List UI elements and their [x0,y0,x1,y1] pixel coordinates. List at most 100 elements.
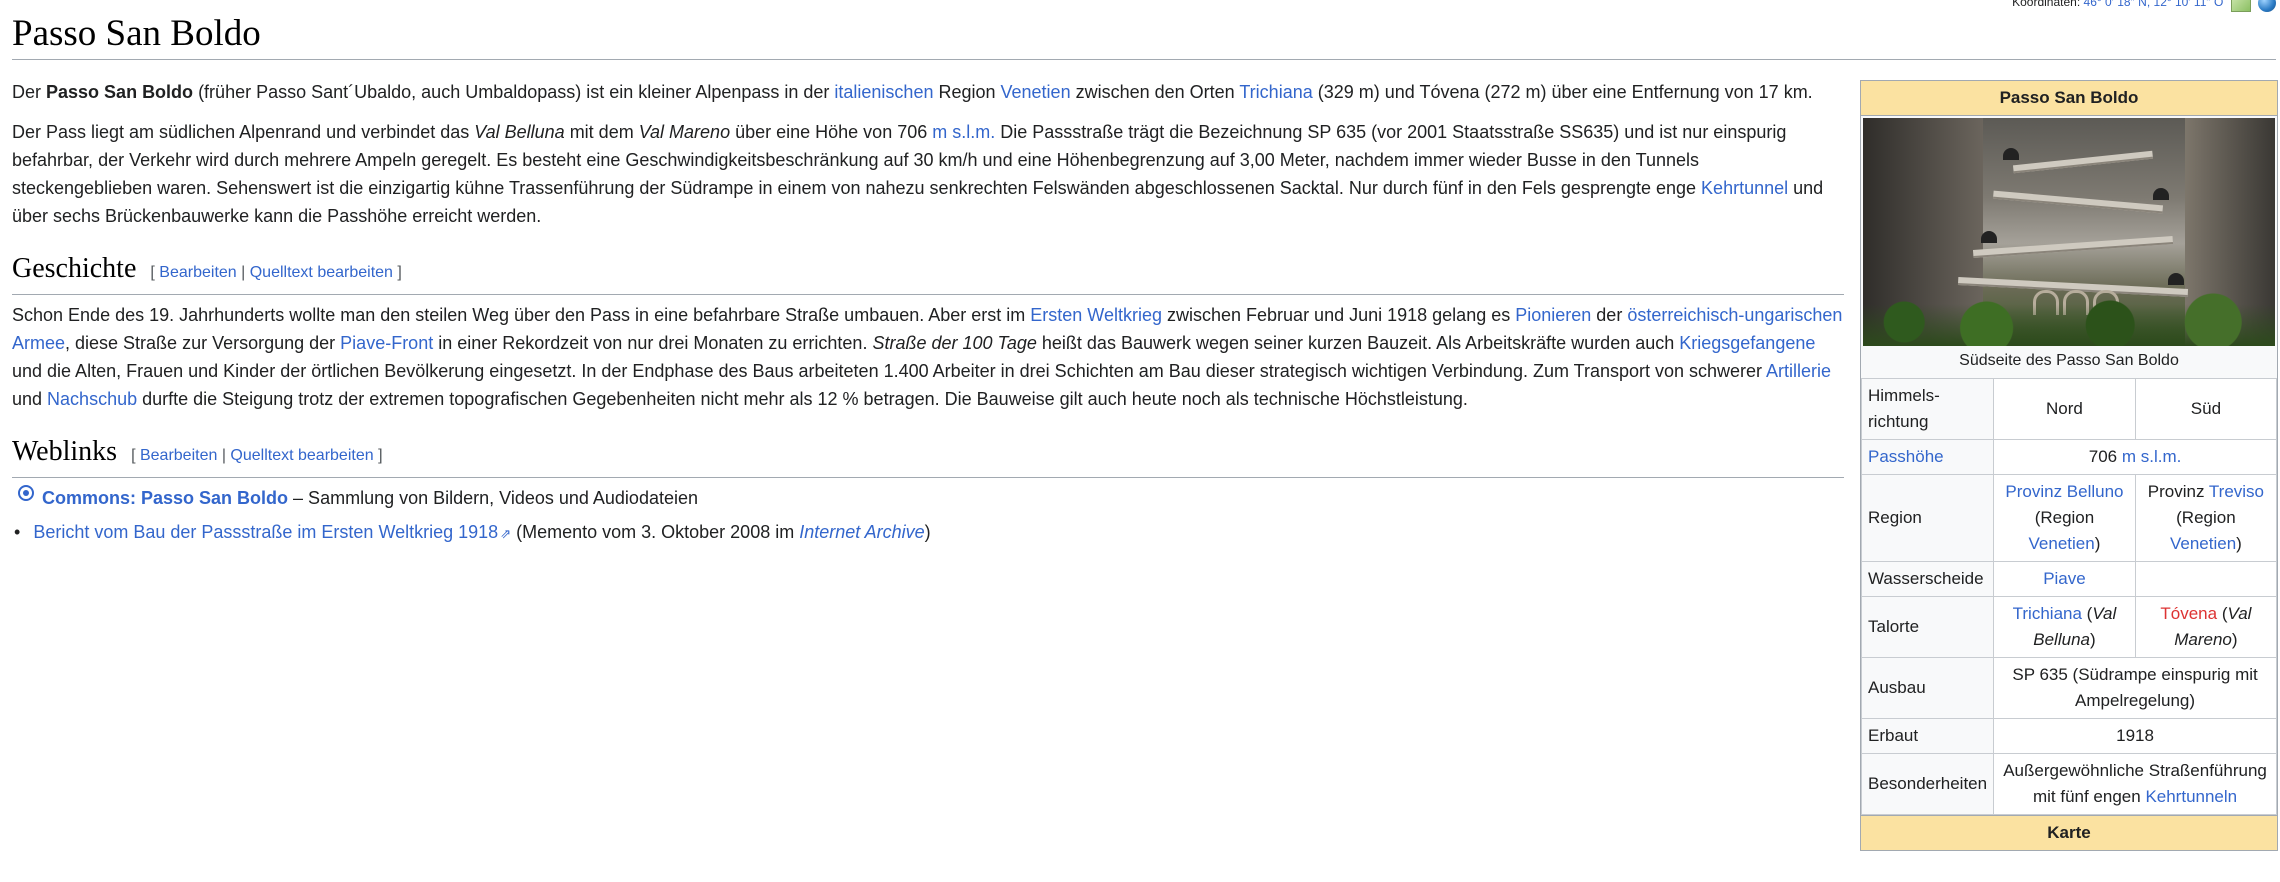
title-divider [12,59,2276,60]
edit-link[interactable]: Bearbeiten [159,264,236,281]
link-piave-front[interactable]: Piave-Front [340,333,433,353]
text: , diese Straße zur Versorgung der [65,333,341,353]
italic-text: Val Mareno [638,122,731,142]
text: ) [2089,630,2096,649]
section-heading-weblinks: Weblinks [ Bearbeiten | Quelltext bearbei… [12,435,1844,478]
link-venetien[interactable]: Venetien [2029,534,2095,553]
text: ) [2094,534,2101,553]
article-body: Der Passo San Boldo (früher Passo Sant´U… [12,78,1844,554]
edit-source-link[interactable]: Quelltext bearbeiten [250,264,393,281]
text: ( [2081,604,2093,623]
bracket: ] [397,264,402,281]
cell: Provinz Belluno (Region Venetien) [1993,474,2136,562]
link-kehrtunneln[interactable]: Kehrtunneln [2145,787,2237,806]
page-title: Passo San Boldo [12,13,261,54]
image-trees [1863,286,2275,346]
link-msl[interactable]: m s.l.m. [2122,447,2182,466]
text: über eine Höhe von 706 [730,122,933,142]
link-artillerie[interactable]: Artillerie [1766,361,1831,381]
weblinks-list: Commons: Passo San Boldo – Sammlung von … [12,484,1844,548]
link-provinz-belluno[interactable]: Provinz Belluno [2005,482,2123,501]
infobox-table: Himmels-richtung Nord Süd Passhöhe 706 m… [1860,378,2278,815]
row-label: Wasserscheide [1860,561,1995,597]
text: Der [12,82,47,102]
text: zwischen Februar und Juni 1918 gelang es [1162,305,1516,325]
bracket: [ [131,447,136,464]
list-item: Commons: Passo San Boldo – Sammlung von … [12,484,1844,512]
infobox-caption: Südseite des Passo San Boldo [1959,352,2179,369]
coordinates-link[interactable]: 46° 0′ 18″ N, 12° 10′ 11″ O [2084,0,2224,9]
link-piave[interactable]: Piave [2043,569,2086,588]
text: mit dem [564,122,639,142]
commons-link[interactable]: Commons: Passo San Boldo [42,488,288,508]
external-link-bericht[interactable]: Bericht vom Bau der Passstraße im Ersten… [33,522,498,542]
italic-text: Straße der 100 Tage [872,333,1037,353]
cell [2134,561,2278,597]
globe-icon[interactable] [2258,0,2276,12]
link-tovena-missing[interactable]: Tóvena [2160,604,2217,623]
cell: 706 m s.l.m. [1993,439,2277,475]
row-label: Talorte [1860,596,1995,658]
map-icon[interactable] [2230,0,2251,12]
row-label: Erbaut [1860,718,1995,754]
text: (Region [2034,508,2095,527]
link-trichiana[interactable]: Trichiana [2013,604,2082,623]
row-label: Region [1860,474,1995,562]
image-tunnel [2168,273,2184,285]
text: 706 [2088,447,2122,466]
table-row: Passhöhe 706 m s.l.m. [1860,439,2277,475]
text: heißt das Bauwerk wegen seiner kurzen Ba… [1036,333,1680,353]
text: ) [924,522,931,542]
coordinates: Koordinaten: 46° 0′ 18″ N, 12° 10′ 11″ O [2012,0,2276,12]
cell: Provinz Treviso (Region Venetien) [2134,474,2278,562]
text: zwischen den Orten [1070,82,1240,102]
link-nachschub[interactable]: Nachschub [47,389,137,409]
link-trichiana[interactable]: Trichiana [1239,82,1312,102]
link-kehrtunnel[interactable]: Kehrtunnel [1701,178,1788,198]
separator: | [217,447,231,464]
link-msl[interactable]: m s.l.m. [932,122,995,142]
intro-paragraph-2: Der Pass liegt am südlichen Alpenrand un… [12,118,1844,230]
cell: SP 635 (Südrampe einspurig mit Ampelrege… [1993,657,2277,719]
infobox-image[interactable] [1863,118,2275,346]
edit-link[interactable]: Bearbeiten [140,447,217,464]
edit-source-link[interactable]: Quelltext bearbeiten [230,447,373,464]
bracket: ] [378,447,383,464]
infobox-title: Passo San Boldo [1861,81,2277,116]
table-row: Ausbau SP 635 (Südrampe einspurig mit Am… [1860,657,2277,719]
image-tunnel [1981,231,1997,243]
image-road [1972,236,2174,258]
link-italienischen[interactable]: italienischen [834,82,933,102]
row-label: Besonderheiten [1860,753,1995,815]
cell: Tóvena (Val Mareno) [2134,596,2278,658]
row-label: Himmels-richtung [1860,378,1995,440]
link-pionieren[interactable]: Pionieren [1515,305,1591,325]
link-venetien[interactable]: Venetien [1001,82,1071,102]
cell: Trichiana (Val Belluna) [1993,596,2136,658]
image-road [2012,150,2154,174]
edit-section-links: [ Bearbeiten | Quelltext bearbeiten ] [131,447,382,464]
link-treviso[interactable]: Treviso [2209,482,2264,501]
link-passhoehe[interactable]: Passhöhe [1868,447,1944,466]
link-internet-archive[interactable]: Internet Archive [799,522,924,542]
cell: Piave [1993,561,2136,597]
geschichte-paragraph: Schon Ende des 19. Jahrhunderts wollte m… [12,301,1844,413]
table-row: Wasserscheide Piave [1860,561,2278,597]
text: und die Alten, Frauen und Kinder der ört… [12,361,1767,381]
intro-paragraph-1: Der Passo San Boldo (früher Passo Sant´U… [12,78,1844,106]
text: (Memento vom 3. Oktober 2008 im [511,522,800,542]
link-ersten-weltkrieg[interactable]: Ersten Weltkrieg [1030,305,1162,325]
edit-section-links: [ Bearbeiten | Quelltext bearbeiten ] [150,264,401,281]
link-kriegsgefangene[interactable]: Kriegsgefangene [1679,333,1815,353]
text: – Sammlung von Bildern, Videos und Audio… [288,488,698,508]
cell: Süd [2134,378,2278,440]
infobox-map-header: Karte [1861,815,2277,850]
text: durfte die Steigung trotz der extremen t… [137,389,1468,409]
table-row: Erbaut 1918 [1860,718,2277,754]
link-venetien[interactable]: Venetien [2170,534,2236,553]
text: Provinz [2147,482,2209,501]
infobox: Passo San Boldo Südseite des Passo San B… [1860,80,2278,851]
bold-title: Passo San Boldo [46,82,194,102]
table-row: Region Provinz Belluno (Region Venetien)… [1860,474,2278,562]
text: Region [933,82,1001,102]
